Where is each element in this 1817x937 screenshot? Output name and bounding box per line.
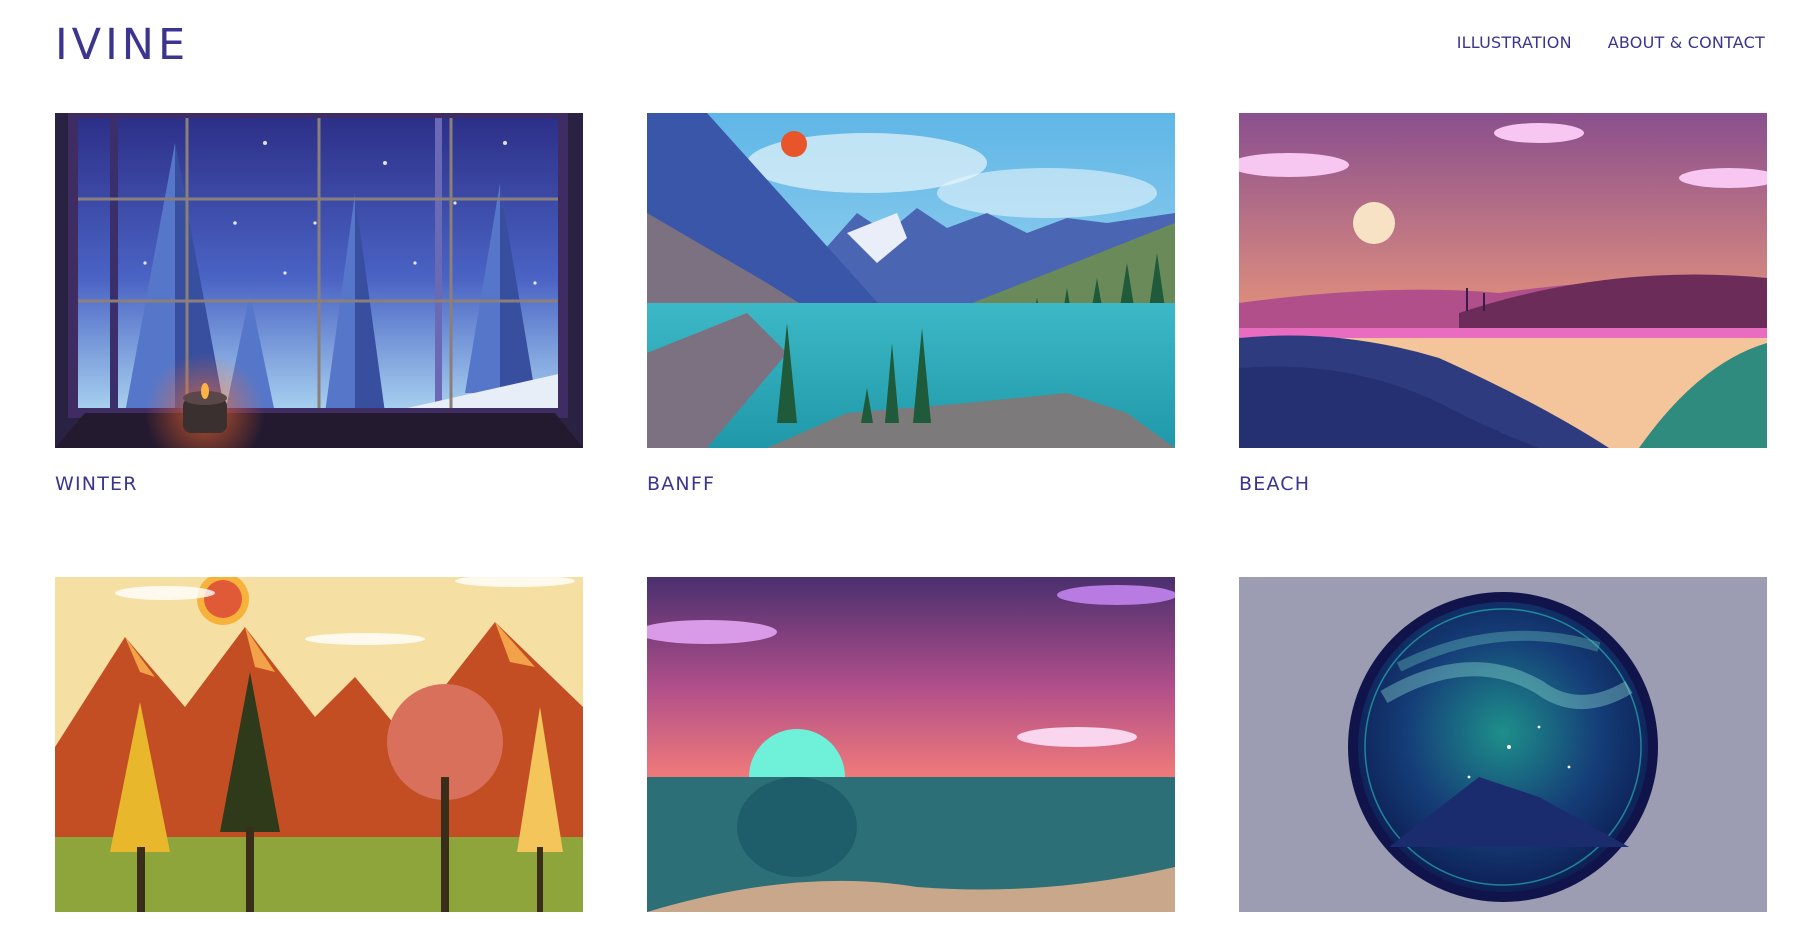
card-title[interactable]: WINTER: [55, 473, 583, 495]
gallery-card-autumn[interactable]: [55, 577, 583, 937]
card-title[interactable]: BANFF: [647, 473, 1175, 495]
gallery-card-winter[interactable]: WINTER: [55, 113, 583, 495]
nav-illustration[interactable]: ILLUSTRATION: [1457, 33, 1572, 52]
winter-illustration: [55, 113, 583, 448]
autumn-illustration: [55, 577, 583, 912]
gallery-card-beach[interactable]: BEACH: [1239, 113, 1767, 495]
site-logo[interactable]: IVINE: [55, 20, 189, 70]
card-title[interactable]: BEACH: [1239, 473, 1767, 495]
banff-thumbnail[interactable]: [647, 113, 1175, 448]
gallery-card-sunset-sea[interactable]: [647, 577, 1175, 937]
aurora-thumbnail[interactable]: [1239, 577, 1767, 912]
main-nav: ILLUSTRATION ABOUT & CONTACT: [1457, 33, 1765, 52]
autumn-thumbnail[interactable]: [55, 577, 583, 912]
sunset-sea-thumbnail[interactable]: [647, 577, 1175, 912]
gallery-card-banff[interactable]: BANFF: [647, 113, 1175, 495]
gallery-card-aurora[interactable]: [1239, 577, 1767, 937]
banff-illustration: [647, 113, 1175, 448]
beach-thumbnail[interactable]: [1239, 113, 1767, 448]
nav-about-contact[interactable]: ABOUT & CONTACT: [1608, 33, 1765, 52]
aurora-illustration: [1239, 577, 1767, 912]
site-header: IVINE ILLUSTRATION ABOUT & CONTACT: [55, 0, 1765, 90]
beach-illustration: [1239, 113, 1767, 448]
sunset-sea-illustration: [647, 577, 1175, 912]
winter-thumbnail[interactable]: [55, 113, 583, 448]
